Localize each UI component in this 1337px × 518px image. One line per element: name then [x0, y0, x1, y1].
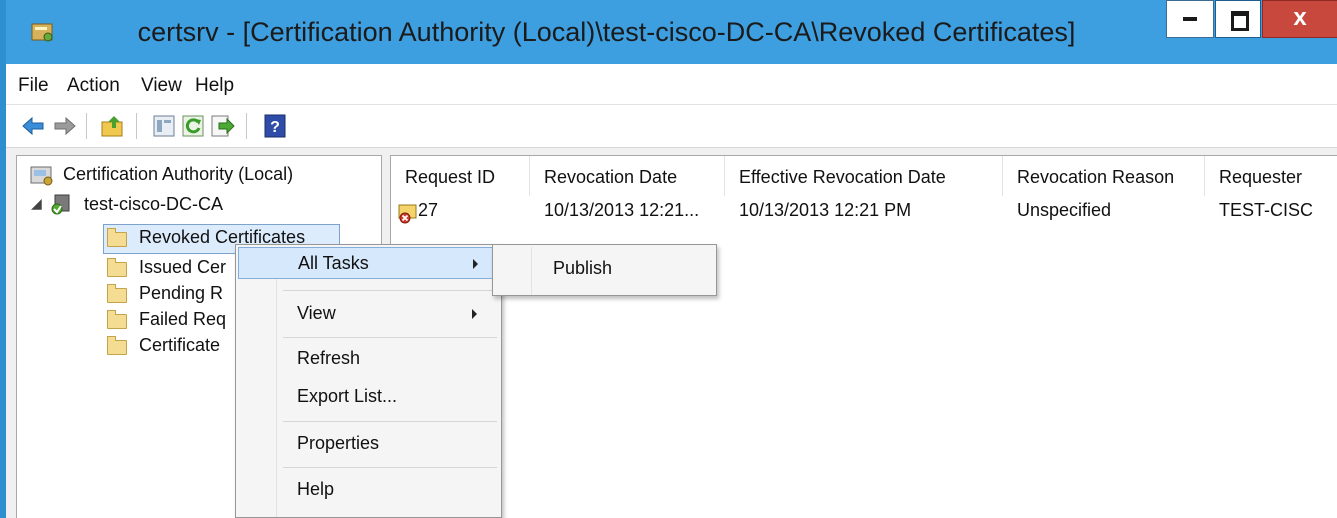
window-title: certsrv - [Certification Authority (Loca…	[137, 17, 1076, 47]
context-menu: All Tasks View Refresh Export List... Pr…	[235, 244, 502, 518]
certification-authority-icon	[30, 166, 53, 186]
tree-item-failed-requests[interactable]: Failed Req	[139, 309, 226, 330]
menu-separator	[283, 421, 497, 422]
context-item-refresh[interactable]: Refresh	[238, 343, 499, 375]
menu-view[interactable]: View	[141, 75, 182, 97]
forward-arrow-icon[interactable]	[52, 113, 78, 139]
menu-bar: File Action View Help	[6, 64, 1337, 105]
context-item-label: Export List...	[297, 386, 398, 406]
toolbar: ?	[6, 105, 1337, 148]
results-list[interactable]: Request ID Revocation Date Effective Rev…	[390, 155, 1337, 518]
certsrv-app-icon	[31, 23, 53, 42]
export-list-icon[interactable]	[209, 113, 235, 139]
column-header-request-id[interactable]: Request ID	[391, 156, 530, 196]
cell-request-id[interactable]: 27	[418, 200, 438, 221]
menu-file[interactable]: File	[18, 75, 49, 97]
column-header-revocation-reason[interactable]: Revocation Reason	[1003, 156, 1205, 196]
up-folder-icon[interactable]	[100, 113, 126, 139]
column-header-revocation-date[interactable]: Revocation Date	[530, 156, 725, 196]
context-item-label: Refresh	[297, 348, 361, 368]
context-item-label: View	[297, 303, 336, 323]
all-tasks-submenu: Publish	[492, 244, 717, 296]
folder-icon	[107, 258, 127, 277]
close-button[interactable]: x	[1262, 0, 1337, 38]
context-item-all-tasks[interactable]: All Tasks	[238, 247, 499, 279]
refresh-icon[interactable]	[180, 113, 206, 139]
title-bar[interactable]: certsrv - [Certification Authority (Loca…	[6, 0, 1337, 64]
context-item-label: Help	[297, 479, 335, 499]
context-item-label: All Tasks	[298, 253, 369, 273]
menu-separator	[283, 337, 497, 338]
context-item-export-list[interactable]: Export List...	[238, 381, 499, 413]
tree-item-certificate-templates[interactable]: Certificate	[139, 335, 220, 356]
minimize-icon	[1183, 17, 1197, 21]
context-item-help[interactable]: Help	[238, 474, 499, 506]
menu-action[interactable]: Action	[67, 75, 120, 97]
show-hide-tree-icon[interactable]	[151, 113, 177, 139]
menu-separator	[283, 467, 497, 468]
submenu-arrow-icon	[472, 309, 477, 319]
toolbar-separator	[136, 113, 137, 139]
menu-help[interactable]: Help	[195, 75, 234, 97]
tree-item-issued-certificates[interactable]: Issued Cer	[139, 257, 226, 278]
mmc-window: certsrv - [Certification Authority (Loca…	[0, 0, 1337, 518]
folder-icon	[107, 228, 127, 247]
expand-triangle-icon[interactable]: ◢	[31, 195, 42, 212]
minimize-button[interactable]	[1166, 0, 1214, 38]
cell-revocation-reason: Unspecified	[1017, 200, 1112, 220]
revoked-certificate-icon	[398, 204, 417, 224]
context-item-properties[interactable]: Properties	[238, 428, 499, 460]
submenu-arrow-icon	[473, 259, 478, 269]
maximize-button[interactable]	[1215, 0, 1261, 38]
cell-revocation-date: 10/13/2013 12:21...	[544, 200, 700, 220]
column-header-effective-revocation-date[interactable]: Effective Revocation Date	[725, 156, 1003, 196]
toolbar-separator	[86, 113, 87, 139]
cell-requester: TEST-CISC	[1219, 200, 1314, 220]
ca-server-icon	[51, 194, 70, 215]
maximize-icon	[1231, 11, 1249, 31]
context-item-view[interactable]: View	[238, 298, 499, 330]
context-item-label: Properties	[297, 433, 380, 453]
menu-gutter	[531, 247, 532, 295]
back-arrow-icon[interactable]	[20, 113, 46, 139]
folder-icon	[107, 336, 127, 355]
tree-item-pending-requests[interactable]: Pending R	[139, 283, 223, 304]
svg-text:?: ?	[270, 119, 280, 136]
close-icon: x	[1293, 4, 1307, 31]
tree-ca-label[interactable]: test-cisco-DC-CA	[84, 194, 223, 215]
folder-icon	[107, 310, 127, 329]
toolbar-separator	[246, 113, 247, 139]
tree-root-label[interactable]: Certification Authority (Local)	[63, 164, 293, 185]
column-header-requester[interactable]: Requester	[1205, 156, 1337, 196]
help-icon[interactable]: ?	[262, 113, 288, 139]
cell-effective-revocation-date: 10/13/2013 12:21 PM	[739, 200, 912, 220]
submenu-item-publish[interactable]: Publish	[553, 258, 612, 279]
menu-separator	[283, 290, 497, 291]
folder-icon	[107, 284, 127, 303]
